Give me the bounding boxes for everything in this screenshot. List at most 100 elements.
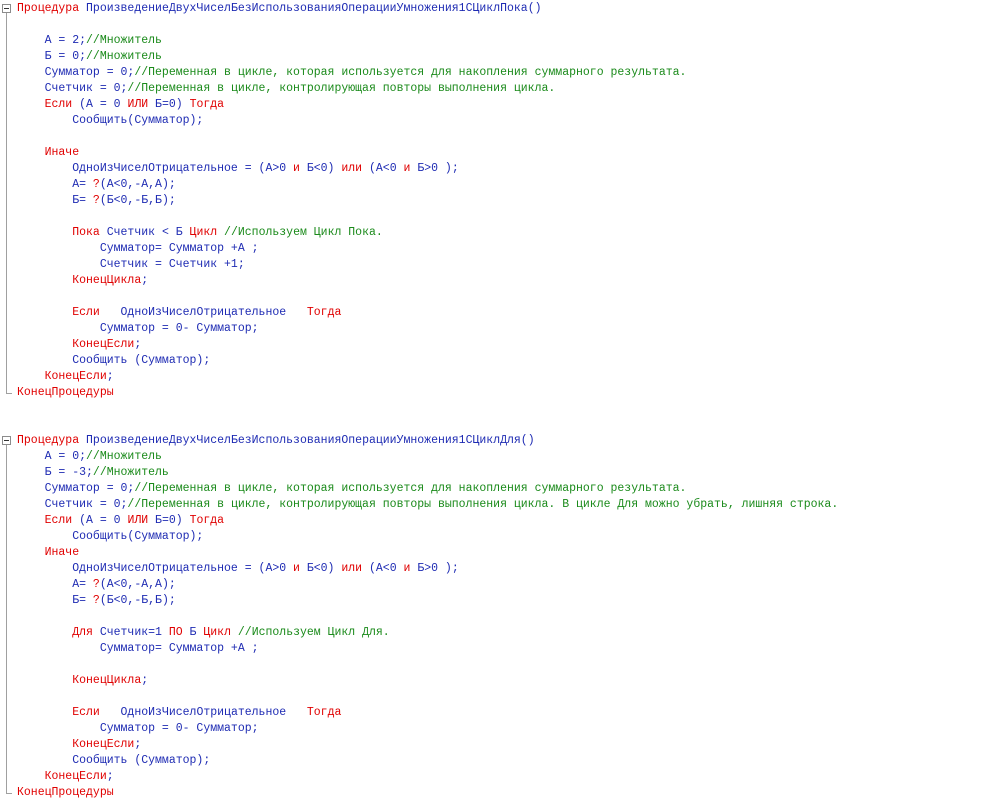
fold-toggle-icon[interactable] xyxy=(2,4,11,13)
identifier-token: Сумматор = 0; xyxy=(17,66,135,79)
keyword-token: ИЛИ xyxy=(127,514,149,527)
identifier-token: (А<0,-А,А); xyxy=(99,178,176,191)
keyword-token: Тогда xyxy=(306,706,342,719)
code-line[interactable]: Процедура ПроизведениеДвухЧиселБезИсполь… xyxy=(17,433,535,449)
code-line[interactable]: Для Счетчик=1 ПО Б Цикл //Используем Цик… xyxy=(17,625,390,641)
code-line[interactable]: Сумматор = 0;//Переменная в цикле, котор… xyxy=(17,65,687,81)
identifier-token: (А<0 xyxy=(362,162,404,175)
code-line[interactable]: Счетчик = 0;//Переменная в цикле, контро… xyxy=(17,81,556,97)
code-line[interactable]: А= ?(А<0,-А,А); xyxy=(17,577,176,593)
identifier-token: Б<0) xyxy=(299,162,342,175)
identifier-token: (А<0 xyxy=(362,562,404,575)
code-line[interactable]: Процедура ПроизведениеДвухЧиселБезИсполь… xyxy=(17,1,542,17)
keyword-token: КонецЕсли xyxy=(17,738,135,751)
code-line[interactable]: Сообщить(Сумматор); xyxy=(17,529,203,545)
code-line[interactable]: КонецПроцедуры xyxy=(17,385,114,401)
code-line[interactable]: Если (А = 0 ИЛИ Б=0) Тогда xyxy=(17,97,225,113)
code-line[interactable]: Если ОдноИзЧиселОтрицательное Тогда xyxy=(17,305,341,321)
code-line[interactable]: Сообщить (Сумматор); xyxy=(17,753,210,769)
identifier-token: Б= xyxy=(17,194,93,207)
code-line[interactable]: Счетчик = 0;//Переменная в цикле, контро… xyxy=(17,497,839,513)
code-line[interactable]: ОдноИзЧиселОтрицательное = (А>0 и Б<0) и… xyxy=(17,161,459,177)
code-line[interactable]: КонецЦикла; xyxy=(17,273,148,289)
code-line[interactable]: Сумматор = 0- Сумматор; xyxy=(17,321,259,337)
code-line[interactable]: Сумматор= Сумматор +А ; xyxy=(17,241,259,257)
code-line[interactable]: КонецЕсли; xyxy=(17,369,114,385)
identifier-token: Б=0) xyxy=(148,514,190,527)
code-line[interactable]: КонецЕсли; xyxy=(17,737,141,753)
identifier-token: ПроизведениеДвухЧиселБезИспользованияОпе… xyxy=(79,2,542,15)
identifier-token: Сообщить (Сумматор); xyxy=(17,754,211,767)
code-line[interactable]: КонецПроцедуры xyxy=(17,785,114,801)
code-line[interactable]: Б = 0;//Множитель xyxy=(17,49,162,65)
code-line[interactable]: Если (А = 0 ИЛИ Б=0) Тогда xyxy=(17,513,225,529)
keyword-token: Иначе xyxy=(17,546,80,559)
identifier-token: Сумматор = 0; xyxy=(17,482,135,495)
keyword-token: и xyxy=(293,162,300,175)
fold-end-marker xyxy=(6,793,12,794)
keyword-token: Процедура xyxy=(17,434,80,447)
code-line[interactable]: КонецЦикла; xyxy=(17,673,148,689)
comment-token: //Переменная в цикле, которая использует… xyxy=(134,66,687,79)
code-line[interactable]: Иначе xyxy=(17,545,80,561)
code-line[interactable]: Пока Счетчик < Б Цикл //Используем Цикл … xyxy=(17,225,383,241)
code-line[interactable]: Сумматор= Сумматор +А ; xyxy=(17,641,259,657)
comment-token: //Используем Цикл Для. xyxy=(230,626,390,639)
code-line[interactable]: Б= ?(Б<0,-Б,Б); xyxy=(17,593,176,609)
identifier-token: ОдноИзЧиселОтрицательное xyxy=(99,706,307,719)
keyword-token: или xyxy=(341,162,363,175)
identifier-token: Сумматор = 0- Сумматор; xyxy=(17,322,259,335)
identifier-token: ; xyxy=(141,674,149,687)
identifier-token: Счетчик = 0; xyxy=(17,82,128,95)
identifier-token: А= xyxy=(17,578,93,591)
fold-end-marker xyxy=(6,393,12,394)
code-line[interactable]: А= ?(А<0,-А,А); xyxy=(17,177,176,193)
keyword-token: КонецПроцедуры xyxy=(17,786,114,799)
code-line[interactable]: Б = -3;//Множитель xyxy=(17,465,169,481)
comment-token: //Множитель xyxy=(86,450,162,463)
code-line[interactable]: Если ОдноИзЧиселОтрицательное Тогда xyxy=(17,705,341,721)
identifier-token: Сумматор = 0- Сумматор; xyxy=(17,722,259,735)
identifier-token: (Б<0,-Б,Б); xyxy=(99,194,176,207)
keyword-token: Если xyxy=(17,98,73,111)
code-line[interactable]: ОдноИзЧиселОтрицательное = (А>0 и Б<0) и… xyxy=(17,561,459,577)
code-line[interactable]: Сообщить (Сумматор); xyxy=(17,353,210,369)
fold-toggle-icon[interactable] xyxy=(2,436,11,445)
keyword-token: и xyxy=(293,562,300,575)
identifier-token: Б>0 ); xyxy=(410,562,459,575)
identifier-token: Сумматор= Сумматор +А ; xyxy=(17,242,259,255)
code-line[interactable]: Б= ?(Б<0,-Б,Б); xyxy=(17,193,176,209)
code-line[interactable]: Сумматор = 0;//Переменная в цикле, котор… xyxy=(17,481,687,497)
code-editor[interactable]: Процедура ПроизведениеДвухЧиселБезИсполь… xyxy=(0,0,995,807)
keyword-token: Тогда xyxy=(306,306,342,319)
code-line[interactable]: Счетчик = Счетчик +1; xyxy=(17,257,245,273)
identifier-token: Б= xyxy=(17,594,93,607)
keyword-token: Цикл xyxy=(189,226,218,239)
identifier-token: Сообщить(Сумматор); xyxy=(17,114,204,127)
keyword-token: Если xyxy=(17,514,73,527)
comment-token: //Множитель xyxy=(86,50,162,63)
keyword-token: КонецЕсли xyxy=(17,770,107,783)
identifier-token: Б = 0; xyxy=(17,50,87,63)
identifier-token: ОдноИзЧиселОтрицательное = (А>0 xyxy=(17,162,294,175)
code-line[interactable]: КонецЕсли; xyxy=(17,769,114,785)
identifier-token: Б = -3; xyxy=(17,466,93,479)
identifier-token: А = 2; xyxy=(17,34,87,47)
identifier-token: ; xyxy=(134,338,142,351)
identifier-token: (А = 0 xyxy=(72,98,128,111)
keyword-token: Если xyxy=(17,306,100,319)
keyword-token: Для xyxy=(17,626,93,639)
code-line[interactable]: Иначе xyxy=(17,145,80,161)
code-line[interactable]: КонецЕсли; xyxy=(17,337,141,353)
identifier-token: (А = 0 xyxy=(72,514,128,527)
keyword-token: КонецЕсли xyxy=(17,338,135,351)
comment-token: //Множитель xyxy=(86,34,162,47)
keyword-token: Тогда xyxy=(189,98,225,111)
code-line[interactable]: А = 2;//Множитель xyxy=(17,33,162,49)
keyword-token: ИЛИ xyxy=(127,98,149,111)
code-line[interactable]: Сумматор = 0- Сумматор; xyxy=(17,721,259,737)
code-line[interactable]: А = 0;//Множитель xyxy=(17,449,162,465)
code-line[interactable]: Сообщить(Сумматор); xyxy=(17,113,203,129)
identifier-token: Счетчик < Б xyxy=(99,226,190,239)
keyword-token: КонецЦикла xyxy=(17,274,142,287)
